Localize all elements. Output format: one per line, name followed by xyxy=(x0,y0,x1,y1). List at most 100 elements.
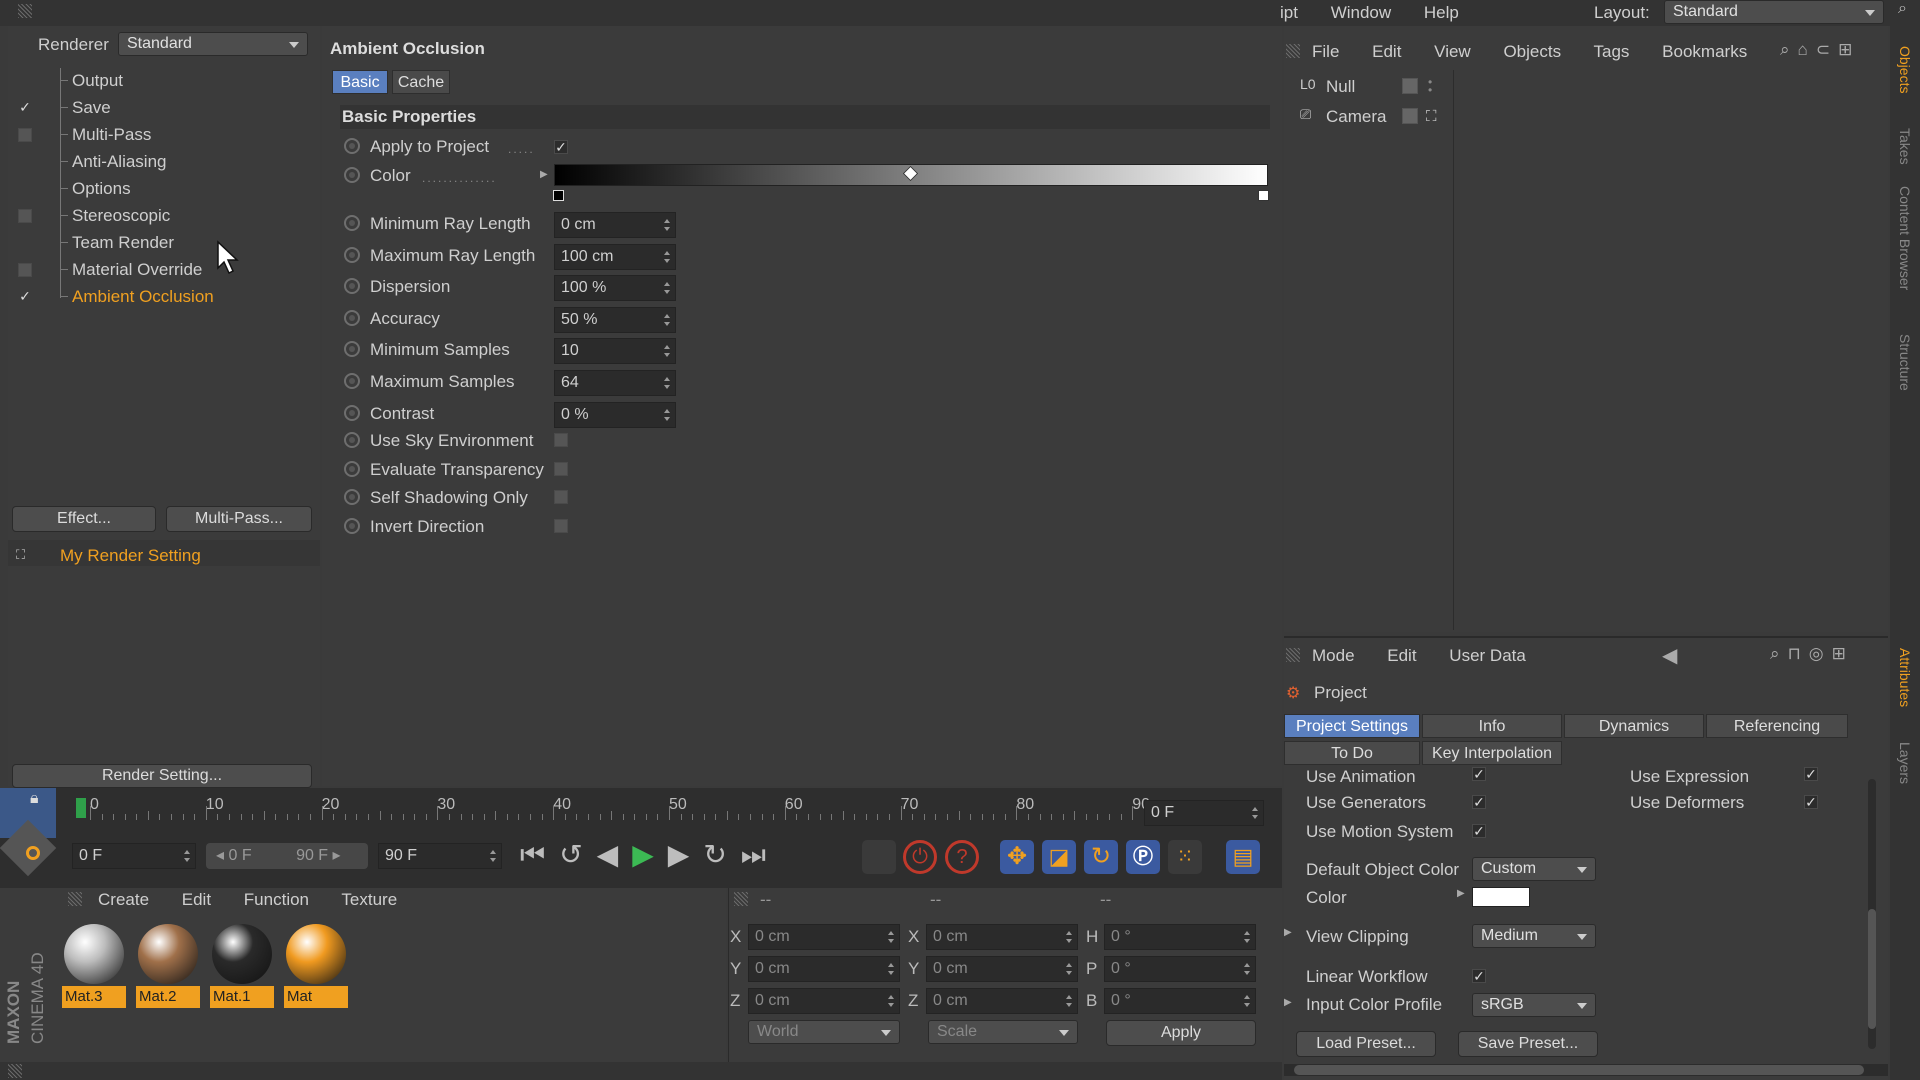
side-tab-structure[interactable]: Structure xyxy=(1897,334,1913,391)
side-tab-content-browser[interactable]: Content Browser xyxy=(1897,186,1913,290)
tree-item[interactable]: Team Render xyxy=(8,230,318,256)
menu-mode[interactable]: Mode xyxy=(1312,646,1355,665)
playhead[interactable] xyxy=(76,798,86,818)
back-arrow-icon[interactable]: ◀ xyxy=(1662,643,1677,668)
spinner-icon[interactable] xyxy=(1066,995,1072,1007)
side-tab-layers[interactable]: Layers xyxy=(1897,742,1913,784)
color-swatch[interactable] xyxy=(1472,887,1530,907)
tab-cache[interactable]: Cache xyxy=(392,70,450,94)
link-icon[interactable]: ⊂ xyxy=(1816,40,1838,59)
menu-create[interactable]: Create xyxy=(98,890,149,909)
keyframe-selection-icon[interactable]: ? xyxy=(945,840,979,874)
ao-check-checkbox[interactable] xyxy=(554,490,568,505)
expand-arrow-icon[interactable]: ▶ xyxy=(1457,888,1465,899)
anim-radio-icon[interactable] xyxy=(344,138,360,154)
menu-file[interactable]: File xyxy=(1312,42,1339,61)
material-swatch[interactable]: Mat.3 xyxy=(62,922,126,1008)
anim-radio-icon[interactable] xyxy=(344,460,360,477)
horizontal-scrollbar[interactable] xyxy=(1284,1064,1888,1076)
menu-edit[interactable]: Edit xyxy=(1372,42,1401,61)
autokey-icon[interactable]: ⏻ xyxy=(903,840,937,874)
anim-radio-icon[interactable] xyxy=(344,167,360,183)
ao-check-checkbox[interactable] xyxy=(554,433,568,447)
spinner-icon[interactable] xyxy=(664,313,670,326)
position-field[interactable]: 0 cm xyxy=(748,988,900,1014)
lock-icon[interactable]: ⊓ xyxy=(1788,644,1809,663)
lock-icon[interactable]: 🔒︎ xyxy=(30,790,39,808)
menu-bookmarks[interactable]: Bookmarks xyxy=(1662,42,1747,61)
anim-radio-icon[interactable] xyxy=(344,517,360,534)
size-field[interactable]: 0 cm xyxy=(926,924,1078,950)
use-deformers-checkbox[interactable]: ✓ xyxy=(1804,795,1818,809)
enable-checkbox[interactable] xyxy=(18,263,32,277)
spinner-icon[interactable] xyxy=(888,963,894,975)
menu-user-data[interactable]: User Data xyxy=(1449,646,1526,665)
effect-button[interactable]: Effect... xyxy=(12,506,156,532)
grip-icon[interactable] xyxy=(8,1064,22,1078)
setting-name[interactable]: My Render Setting xyxy=(60,546,201,566)
expand-arrow-icon[interactable]: ▶ xyxy=(1284,997,1292,1008)
scrollbar-thumb[interactable] xyxy=(1868,909,1876,1029)
tree-item[interactable]: ✓ Save xyxy=(8,95,318,121)
menu-window[interactable]: Window xyxy=(1331,3,1391,22)
tab-info[interactable]: Info xyxy=(1422,714,1562,738)
menu-edit[interactable]: Edit xyxy=(182,890,211,909)
go-to-end-icon[interactable]: ⏭ xyxy=(741,839,780,870)
spinner-icon[interactable] xyxy=(664,408,670,421)
menu-tags[interactable]: Tags xyxy=(1594,42,1630,61)
object-null[interactable]: Null xyxy=(1326,77,1355,97)
tree-item[interactable]: ✓ Ambient Occlusion xyxy=(8,284,318,310)
scale-tool-icon[interactable]: ◪ xyxy=(1042,840,1076,874)
size-field[interactable]: 0 cm xyxy=(926,956,1078,982)
apply-checkbox[interactable]: ✓ xyxy=(554,140,568,154)
spinner-icon[interactable] xyxy=(1244,931,1250,943)
view-clipping-dropdown[interactable]: Medium xyxy=(1472,924,1596,948)
side-tab-attributes[interactable]: Attributes xyxy=(1897,648,1913,707)
material-swatch[interactable]: Mat xyxy=(284,922,348,1008)
new-window-icon[interactable]: ⊞ xyxy=(1832,644,1854,663)
spinner-icon[interactable] xyxy=(1244,995,1250,1007)
rotation-field[interactable]: 0 ° xyxy=(1104,988,1256,1014)
expand-arrow-icon[interactable]: ▶ xyxy=(540,169,548,180)
tab-key-interpolation[interactable]: Key Interpolation xyxy=(1422,741,1562,765)
layer-icon[interactable] xyxy=(1402,108,1418,124)
use-expression-checkbox[interactable]: ✓ xyxy=(1804,767,1818,781)
menu-objects[interactable]: Objects xyxy=(1503,42,1561,61)
render-setting-button[interactable]: Render Setting... xyxy=(12,764,312,788)
new-window-icon[interactable]: ⊞ xyxy=(1838,40,1860,59)
frame-range-slider[interactable]: ◂ 0 F 90 F ▸ xyxy=(206,843,368,869)
object-camera[interactable]: Camera xyxy=(1326,107,1386,127)
spinner-icon[interactable] xyxy=(1066,931,1072,943)
tree-item[interactable]: Anti-Aliasing xyxy=(8,149,318,175)
default-color-dropdown[interactable]: Custom xyxy=(1472,857,1596,881)
record-disabled-icon[interactable] xyxy=(862,840,896,874)
spinner-icon[interactable] xyxy=(184,850,190,862)
step-back-icon[interactable]: ◀ xyxy=(597,839,633,870)
menu-texture[interactable]: Texture xyxy=(341,890,397,909)
next-key-icon[interactable]: ↻ xyxy=(703,839,740,870)
visibility-dots-icon[interactable]: • • xyxy=(1428,76,1432,96)
ao-field-input[interactable]: 0 cm xyxy=(554,212,676,238)
gradient-knot-white[interactable] xyxy=(1258,190,1269,201)
grip-icon[interactable] xyxy=(1286,648,1300,662)
timeline-ruler[interactable]: 0 10 20 30 40 50 60 70 80 90 xyxy=(74,790,1150,820)
film-icon[interactable]: ▤ xyxy=(1226,840,1260,874)
enable-checkbox[interactable]: ✓ xyxy=(18,100,32,115)
multipass-button[interactable]: Multi-Pass... xyxy=(166,506,312,532)
linear-workflow-checkbox[interactable]: ✓ xyxy=(1472,969,1486,983)
go-to-start-icon[interactable]: ⏮ xyxy=(520,839,559,870)
ao-field-input[interactable]: 100 cm xyxy=(554,243,676,270)
spinner-icon[interactable] xyxy=(490,850,496,862)
parameter-icon[interactable]: Ⓟ xyxy=(1126,840,1160,874)
tab-project-settings[interactable]: Project Settings xyxy=(1284,714,1420,738)
grip-icon[interactable] xyxy=(1286,44,1300,58)
ao-field-input[interactable]: 10 xyxy=(554,338,676,365)
ao-field-input[interactable]: 64 xyxy=(554,370,676,396)
menu-function[interactable]: Function xyxy=(244,890,309,909)
spinner-icon[interactable] xyxy=(1252,807,1258,819)
position-field[interactable]: 0 cm xyxy=(748,924,900,950)
enable-checkbox[interactable] xyxy=(18,128,32,142)
rotation-field[interactable]: 0 ° xyxy=(1104,924,1256,950)
spinner-icon[interactable] xyxy=(664,250,670,263)
anim-radio-icon[interactable] xyxy=(344,404,360,421)
